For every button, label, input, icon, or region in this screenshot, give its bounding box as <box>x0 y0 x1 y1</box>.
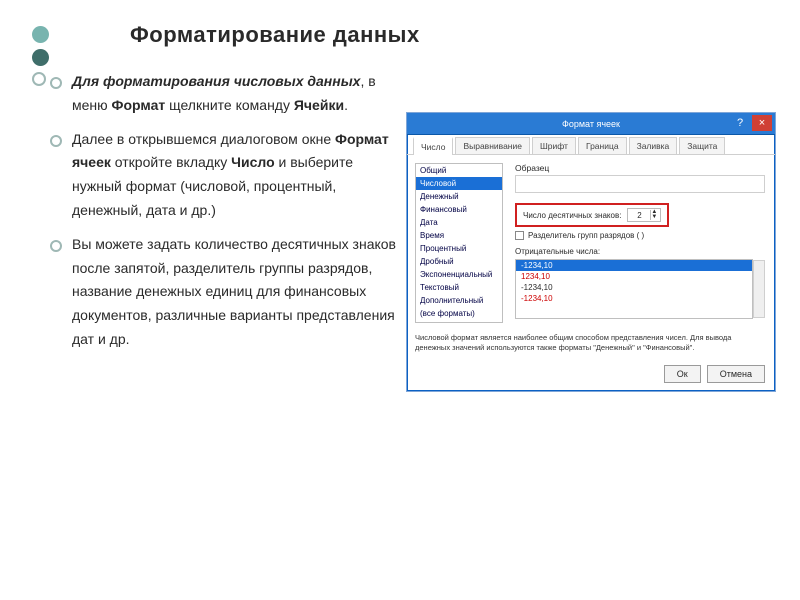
deco-dot <box>32 72 46 86</box>
dialog-title: Формат ячеек <box>562 119 620 129</box>
t: Число <box>231 154 275 170</box>
body-text: Для форматирования числовых данных, в ме… <box>50 70 400 362</box>
thousands-separator-row[interactable]: Разделитель групп разрядов ( ) <box>515 231 644 240</box>
tab-alignment[interactable]: Выравнивание <box>455 137 530 154</box>
list-item[interactable]: Дата <box>416 216 502 229</box>
ok-button[interactable]: Ок <box>664 365 701 383</box>
bullet-1-lead: Для форматирования числовых данных <box>72 73 360 89</box>
decimal-places-row: Число десятичных знаков: 2 ▲▼ <box>515 203 669 227</box>
tab-border[interactable]: Граница <box>578 137 627 154</box>
sample-box <box>515 175 765 193</box>
category-list[interactable]: Общий Числовой Денежный Финансовый Дата … <box>415 163 503 323</box>
list-item[interactable]: Числовой <box>416 177 502 190</box>
decimal-places-label: Число десятичных знаков: <box>523 211 621 220</box>
scrollbar[interactable] <box>753 260 765 318</box>
list-item[interactable]: Дополнительный <box>416 294 502 307</box>
decimal-value: 2 <box>628 211 650 220</box>
t: Формат <box>112 97 166 113</box>
stepper-arrows[interactable]: ▲▼ <box>650 210 660 220</box>
bullet-2: Далее в открывшемся диалоговом окне Форм… <box>50 128 400 223</box>
tab-protect[interactable]: Защита <box>679 137 725 154</box>
bullet-3: Вы можете задать количество десятичных з… <box>50 233 400 352</box>
list-item[interactable]: -1234,10 <box>516 282 752 293</box>
list-item[interactable]: (все форматы) <box>416 307 502 320</box>
close-button[interactable]: × <box>752 115 772 131</box>
format-cells-dialog: Формат ячеек ? × Число Выравнивание Шриф… <box>406 112 776 392</box>
list-item[interactable]: Текстовый <box>416 281 502 294</box>
thousands-separator-label: Разделитель групп разрядов ( ) <box>528 231 644 240</box>
t: откройте вкладку <box>111 154 231 170</box>
tab-font[interactable]: Шрифт <box>532 137 576 154</box>
list-item[interactable]: 1234,10 <box>516 271 752 282</box>
t: щелкните команду <box>165 97 294 113</box>
tab-number[interactable]: Число <box>413 137 453 155</box>
decimal-places-stepper[interactable]: 2 ▲▼ <box>627 208 661 222</box>
list-item[interactable]: -1234,10 <box>516 260 752 271</box>
list-item[interactable]: Дробный <box>416 255 502 268</box>
help-button[interactable]: ? <box>730 115 750 131</box>
negative-numbers-label: Отрицательные числа: <box>515 247 600 256</box>
slide-bullets-deco <box>32 26 49 92</box>
page-title: Форматирование данных <box>130 22 420 48</box>
list-item[interactable]: Процентный <box>416 242 502 255</box>
dialog-titlebar: Формат ячеек ? × <box>407 113 775 135</box>
dialog-tabs: Число Выравнивание Шрифт Граница Заливка… <box>407 135 775 155</box>
list-item[interactable]: -1234,10 <box>516 293 752 304</box>
t: Ячейки <box>294 97 344 113</box>
list-item[interactable]: Время <box>416 229 502 242</box>
checkbox-icon[interactable] <box>515 231 524 240</box>
t: Далее в открывшемся диалоговом окне <box>72 131 335 147</box>
list-item[interactable]: Общий <box>416 164 502 177</box>
deco-dot <box>32 49 49 66</box>
tab-fill[interactable]: Заливка <box>629 137 678 154</box>
list-item[interactable]: Денежный <box>416 190 502 203</box>
bullet-1: Для форматирования числовых данных, в ме… <box>50 70 400 118</box>
cancel-button[interactable]: Отмена <box>707 365 765 383</box>
t: Вы можете задать количество десятичных з… <box>72 236 396 347</box>
format-hint-text: Числовой формат является наиболее общим … <box>415 333 765 353</box>
t: . <box>344 97 348 113</box>
sample-label: Образец <box>515 163 549 173</box>
list-item[interactable]: Экспоненциальный <box>416 268 502 281</box>
deco-dot <box>32 26 49 43</box>
negative-numbers-list[interactable]: -1234,10 1234,10 -1234,10 -1234,10 <box>515 259 753 319</box>
list-item[interactable]: Финансовый <box>416 203 502 216</box>
